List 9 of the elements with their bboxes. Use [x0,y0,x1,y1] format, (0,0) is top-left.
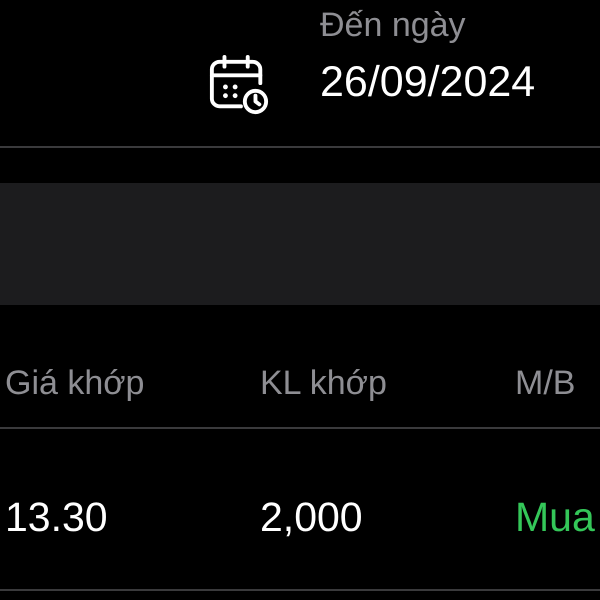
date-value[interactable]: 26/09/2024 [320,52,536,112]
calendar-clock-icon[interactable] [208,54,270,116]
column-header: Giá khớp [5,363,146,404]
date-label: Đến ngày [320,5,467,46]
column-header: KL khớp [260,363,388,404]
table-cell-text: 13.30 [5,493,109,542]
table-cell-text: 2,000 [260,493,364,542]
column-header: M/B [515,363,576,404]
table-cell-text: Mua [515,493,596,542]
